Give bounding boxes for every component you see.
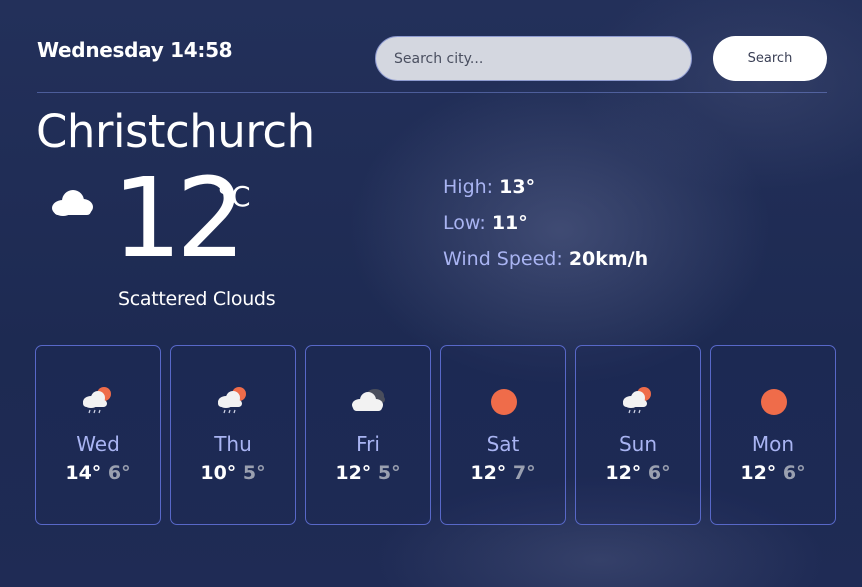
forecast-high: 12° <box>335 462 372 484</box>
forecast-day: Thu <box>214 432 252 456</box>
cloud-icon <box>50 187 94 217</box>
weather-condition: Scattered Clouds <box>118 288 276 310</box>
weather-app: { "header": { "datetime": "Wednesday 14:… <box>0 0 862 587</box>
sun-icon <box>754 384 794 416</box>
forecast-day: Sat <box>486 432 520 456</box>
detail-value: 11° <box>491 212 528 234</box>
city-search-input[interactable] <box>375 36 692 81</box>
forecast-low: 5° <box>242 462 266 484</box>
forecast-temps: 14° 6° <box>36 462 160 484</box>
detail-label: High: <box>443 176 494 198</box>
forecast-temps: 10° 5° <box>171 462 295 484</box>
forecast-temps: 12° 5° <box>306 462 430 484</box>
broken-clouds-icon <box>349 384 389 416</box>
forecast-low: 6° <box>107 462 131 484</box>
rain-sun-icon <box>214 384 254 416</box>
forecast-temps: 12° 7° <box>441 462 565 484</box>
forecast-day: Mon <box>751 432 795 456</box>
detail-high: High: 13° <box>443 176 648 200</box>
temperature-unit: °C <box>217 180 251 213</box>
search-button[interactable]: Search <box>713 36 827 81</box>
top-bar: Wednesday 14:58 Search <box>37 36 827 81</box>
forecast-day: Sun <box>618 432 658 456</box>
forecast-low: 7° <box>512 462 536 484</box>
detail-value: 20km/h <box>568 248 649 270</box>
forecast-high: 12° <box>470 462 507 484</box>
detail-low: Low: 11° <box>443 212 648 236</box>
rain-sun-icon <box>79 384 119 416</box>
detail-wind-speed: Wind Speed: 20km/h <box>443 248 648 272</box>
current-datetime: Wednesday 14:58 <box>37 38 233 62</box>
detail-label: Low: <box>443 212 486 234</box>
forecast-card[interactable]: Sat 12° 7° <box>440 345 566 525</box>
forecast-temps: 12° 6° <box>576 462 700 484</box>
forecast-card[interactable]: Sun 12° 6° <box>575 345 701 525</box>
forecast-day: Fri <box>356 432 380 456</box>
weather-details: High: 13° Low: 11° Wind Speed: 20km/h <box>443 176 648 284</box>
forecast-low: 5° <box>377 462 401 484</box>
forecast-low: 6° <box>647 462 671 484</box>
forecast-high: 10° <box>200 462 237 484</box>
sun-icon <box>484 384 524 416</box>
forecast-temps: 12° 6° <box>711 462 835 484</box>
forecast-low: 6° <box>782 462 806 484</box>
detail-label: Wind Speed: <box>443 248 563 270</box>
forecast-card[interactable]: Fri 12° 5° <box>305 345 431 525</box>
forecast-high: 12° <box>740 462 777 484</box>
detail-value: 13° <box>499 176 536 198</box>
city-name: Christchurch <box>36 105 315 158</box>
forecast-high: 12° <box>605 462 642 484</box>
forecast-card[interactable]: Wed 14° 6° <box>35 345 161 525</box>
rain-sun-icon <box>619 384 659 416</box>
forecast-card[interactable]: Mon 12° 6° <box>710 345 836 525</box>
forecast-card[interactable]: Thu 10° 5° <box>170 345 296 525</box>
forecast-high: 14° <box>65 462 102 484</box>
header-divider <box>37 92 827 93</box>
forecast-day: Wed <box>76 432 120 456</box>
